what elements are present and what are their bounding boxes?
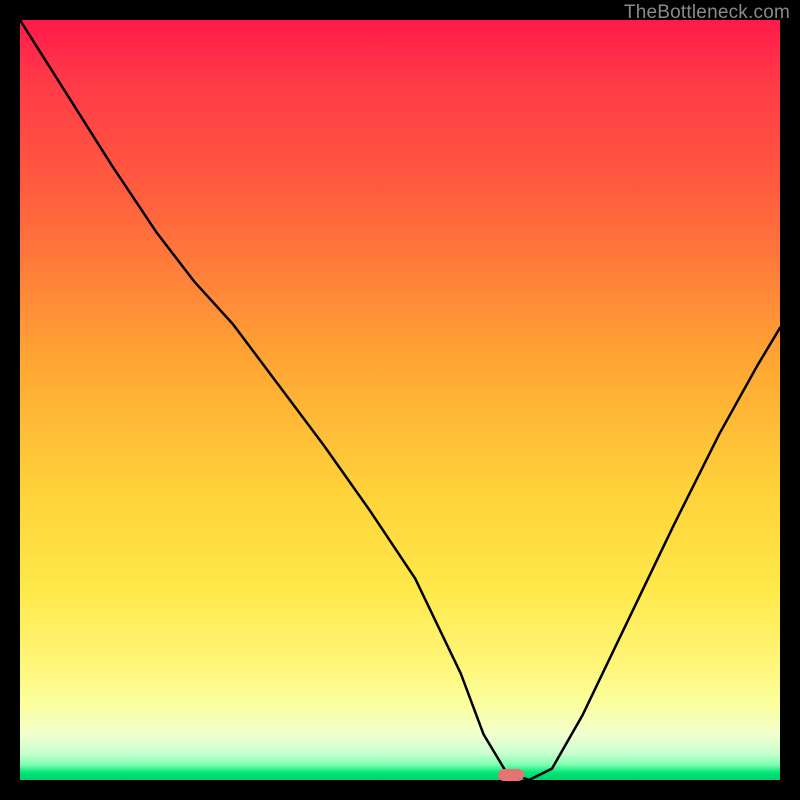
optimum-marker: [498, 769, 524, 781]
bottleneck-curve-svg: [20, 20, 780, 780]
chart-frame: TheBottleneck.com: [0, 0, 800, 800]
plot-area: [20, 20, 780, 780]
bottleneck-curve-path: [20, 20, 780, 780]
